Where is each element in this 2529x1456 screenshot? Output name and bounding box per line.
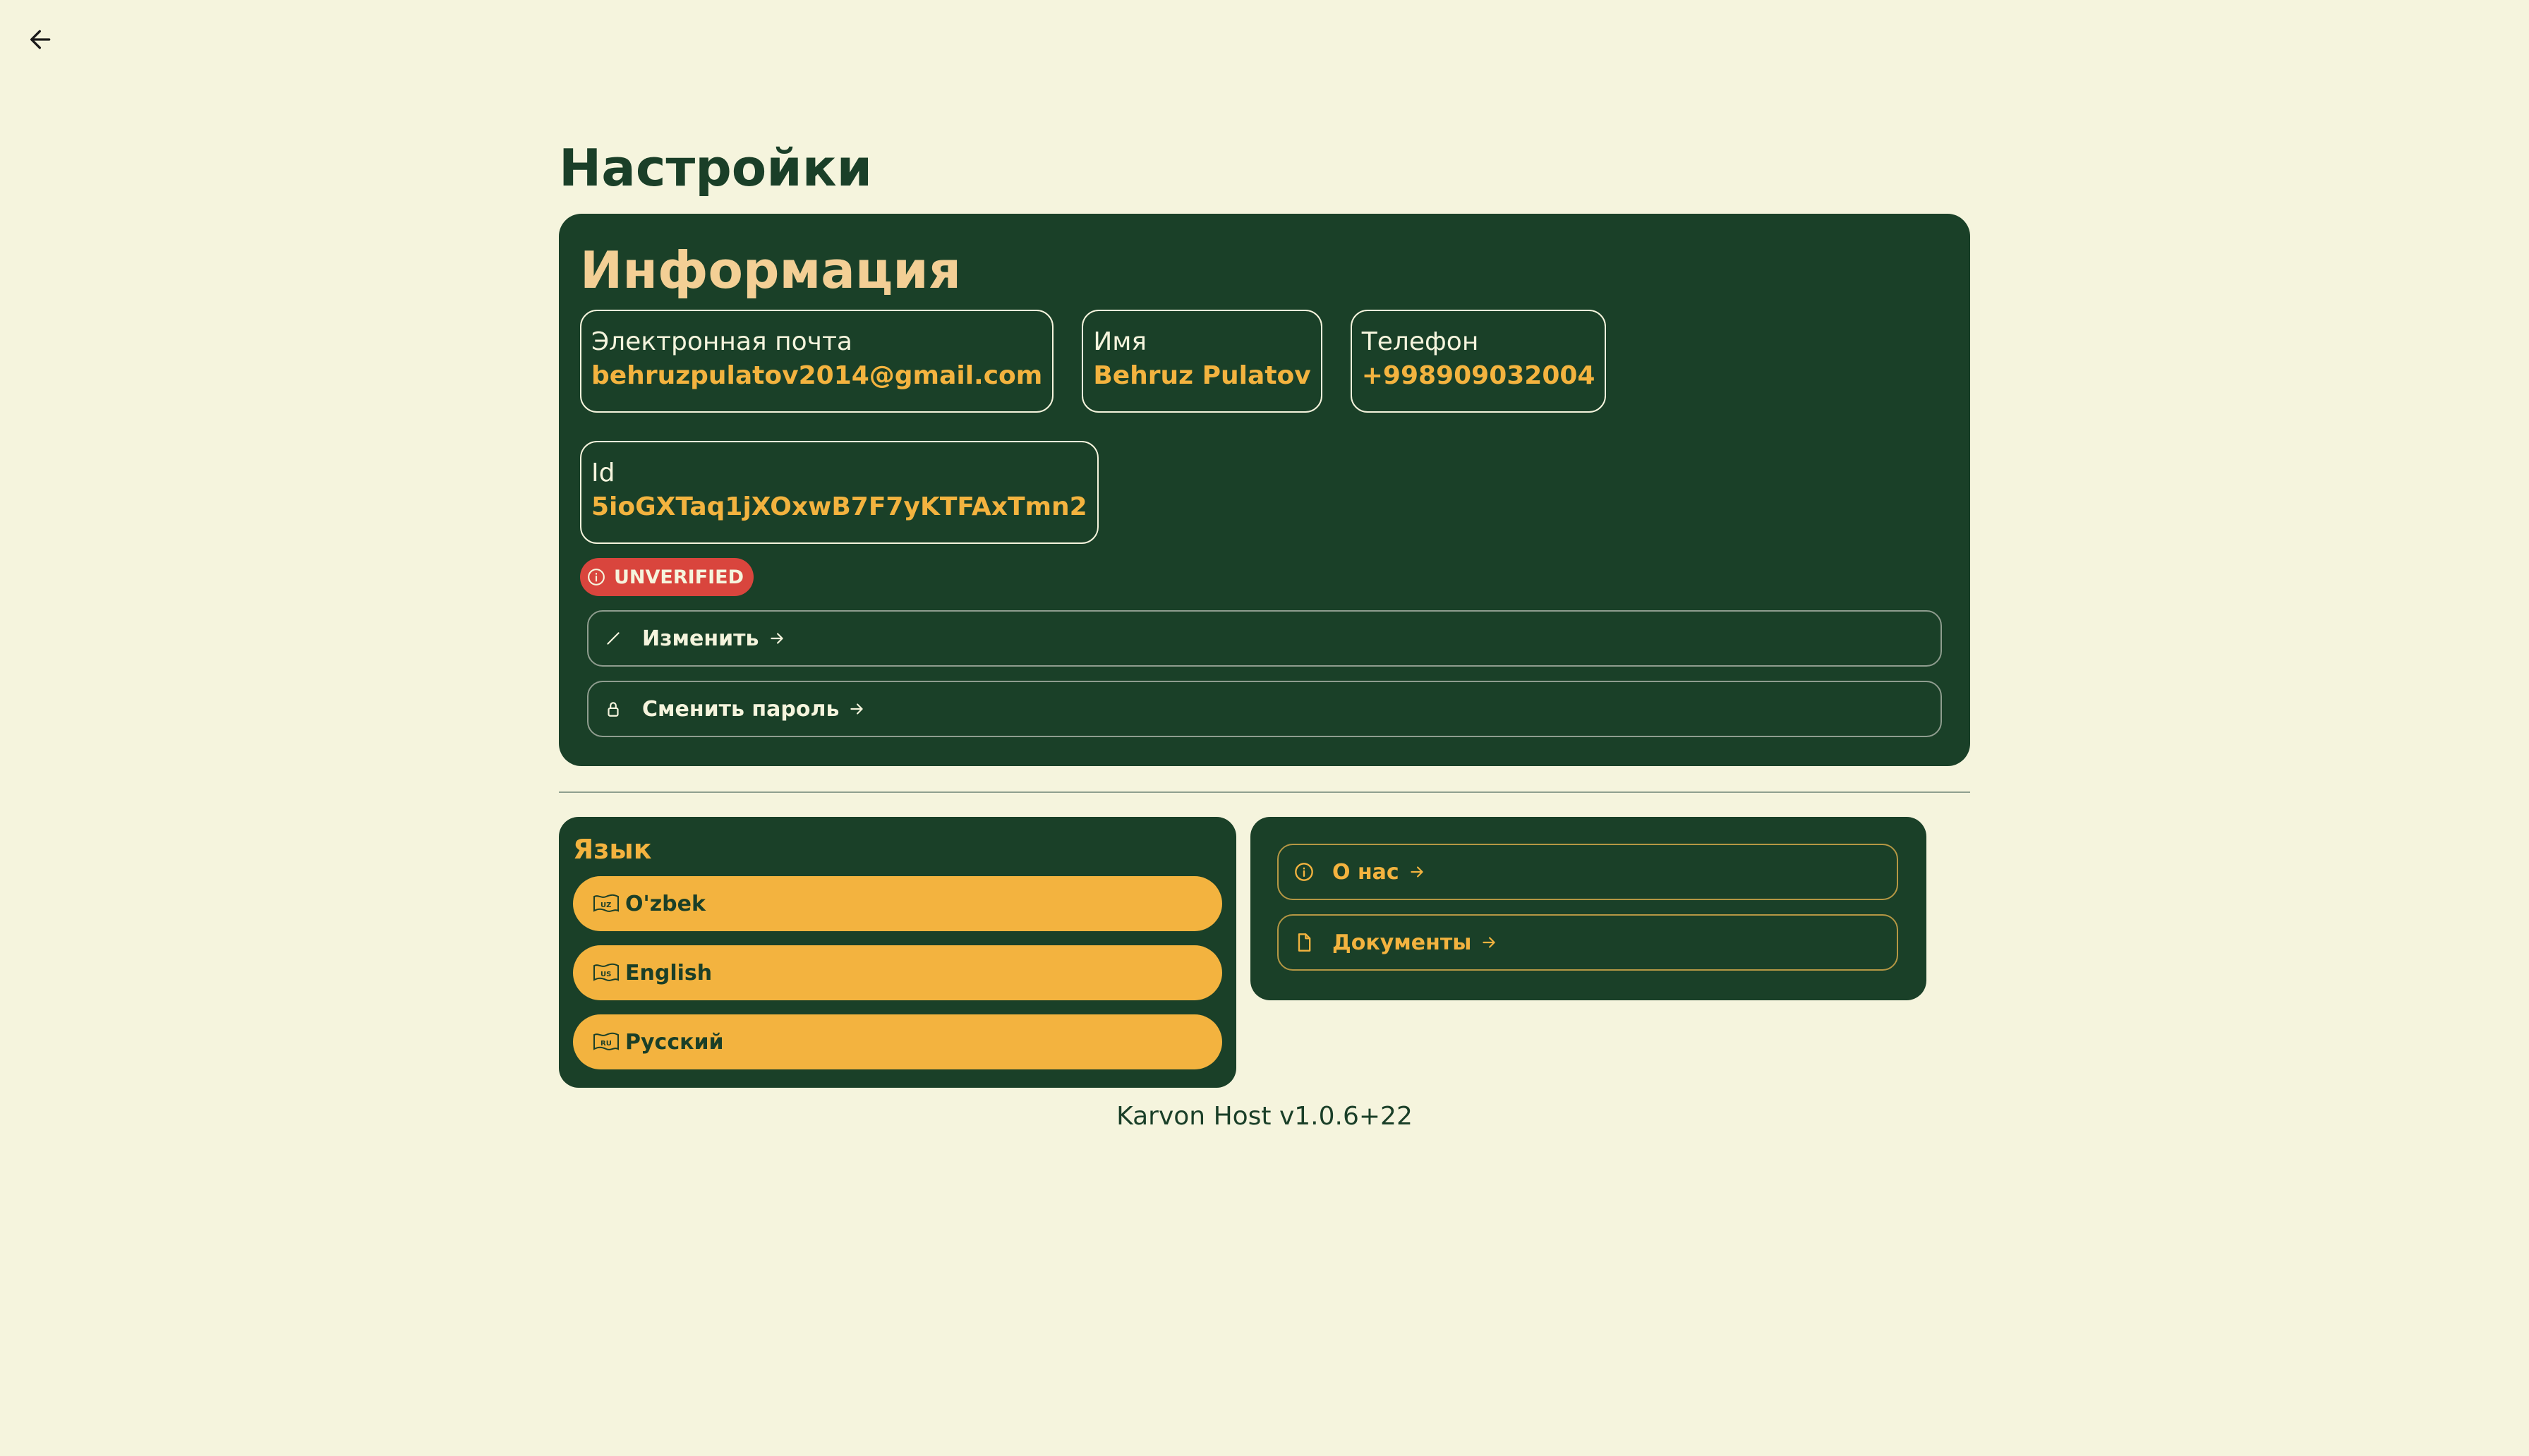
document-icon	[1294, 933, 1314, 952]
divider	[559, 791, 1970, 793]
svg-text:US: US	[600, 971, 611, 978]
email-field: Электронная почта behruzpulatov2014@gmai…	[580, 310, 1054, 413]
svg-text:UZ: UZ	[600, 902, 611, 909]
language-title: Язык	[573, 834, 652, 865]
lock-icon	[604, 700, 622, 718]
phone-field: Телефон +998909032004	[1350, 310, 1607, 413]
about-button[interactable]: О нас	[1277, 844, 1898, 900]
email-label: Электронная почта	[591, 327, 852, 356]
email-value: behruzpulatov2014@gmail.com	[591, 361, 1043, 390]
documents-button-label: Документы	[1332, 930, 1472, 955]
status-badge: UNVERIFIED	[580, 558, 754, 596]
language-card: Язык UZ O'zbek US English RU Русский	[559, 817, 1236, 1088]
flag-uz-icon: UZ	[593, 893, 620, 914]
language-option-russian[interactable]: RU Русский	[573, 1014, 1222, 1069]
settings-container: Настройки Информация Электронная почта b…	[559, 133, 1970, 1131]
name-value: Behruz Pulatov	[1093, 361, 1311, 390]
documents-button[interactable]: Документы	[1277, 914, 1898, 971]
arrow-right-icon	[847, 700, 866, 718]
arrow-right-icon	[1408, 863, 1426, 881]
language-option-english[interactable]: US English	[573, 945, 1222, 1000]
phone-label: Телефон	[1361, 327, 1479, 356]
arrow-left-icon	[27, 25, 55, 54]
name-label: Имя	[1093, 327, 1147, 356]
edit-button-label: Изменить	[642, 626, 759, 651]
change-password-label: Сменить пароль	[642, 696, 840, 722]
id-field: Id 5ioGXTaq1jXOxwB7F7yKTFAxTmn2	[580, 441, 1099, 544]
links-card: О нас Документы	[1250, 817, 1926, 1000]
arrow-right-icon	[1480, 933, 1498, 952]
change-password-button[interactable]: Сменить пароль	[587, 681, 1942, 737]
about-button-label: О нас	[1332, 859, 1399, 885]
app-version: Karvon Host v1.0.6+22	[1116, 1102, 1413, 1131]
status-badge-label: UNVERIFIED	[614, 566, 744, 588]
page-title: Настройки	[559, 138, 873, 198]
phone-value: +998909032004	[1361, 361, 1595, 390]
language-option-uzbek-label: O'zbek	[625, 891, 706, 916]
flag-ru-icon: RU	[593, 1031, 620, 1052]
info-title: Информация	[580, 241, 961, 300]
back-button[interactable]	[24, 23, 58, 56]
id-value: 5ioGXTaq1jXOxwB7F7yKTFAxTmn2	[591, 492, 1087, 521]
info-fields-row-2: Id 5ioGXTaq1jXOxwB7F7yKTFAxTmn2	[580, 441, 1942, 544]
info-card: Информация Электронная почта behruzpulat…	[559, 214, 1970, 766]
language-option-english-label: English	[625, 960, 713, 985]
info-fields-row: Электронная почта behruzpulatov2014@gmai…	[580, 310, 1942, 413]
language-option-russian-label: Русский	[625, 1029, 724, 1055]
id-label: Id	[591, 459, 615, 487]
info-icon	[587, 568, 605, 586]
arrow-right-icon	[768, 629, 786, 648]
bottom-section: Язык UZ O'zbek US English RU Русский О н…	[559, 817, 1970, 1088]
edit-button[interactable]: Изменить	[587, 610, 1942, 667]
flag-en-icon: US	[593, 962, 620, 983]
info-icon	[1294, 862, 1314, 882]
name-field: Имя Behruz Pulatov	[1082, 310, 1322, 413]
pencil-icon	[604, 629, 622, 648]
svg-text:RU: RU	[600, 1040, 612, 1048]
language-option-uzbek[interactable]: UZ O'zbek	[573, 876, 1222, 931]
